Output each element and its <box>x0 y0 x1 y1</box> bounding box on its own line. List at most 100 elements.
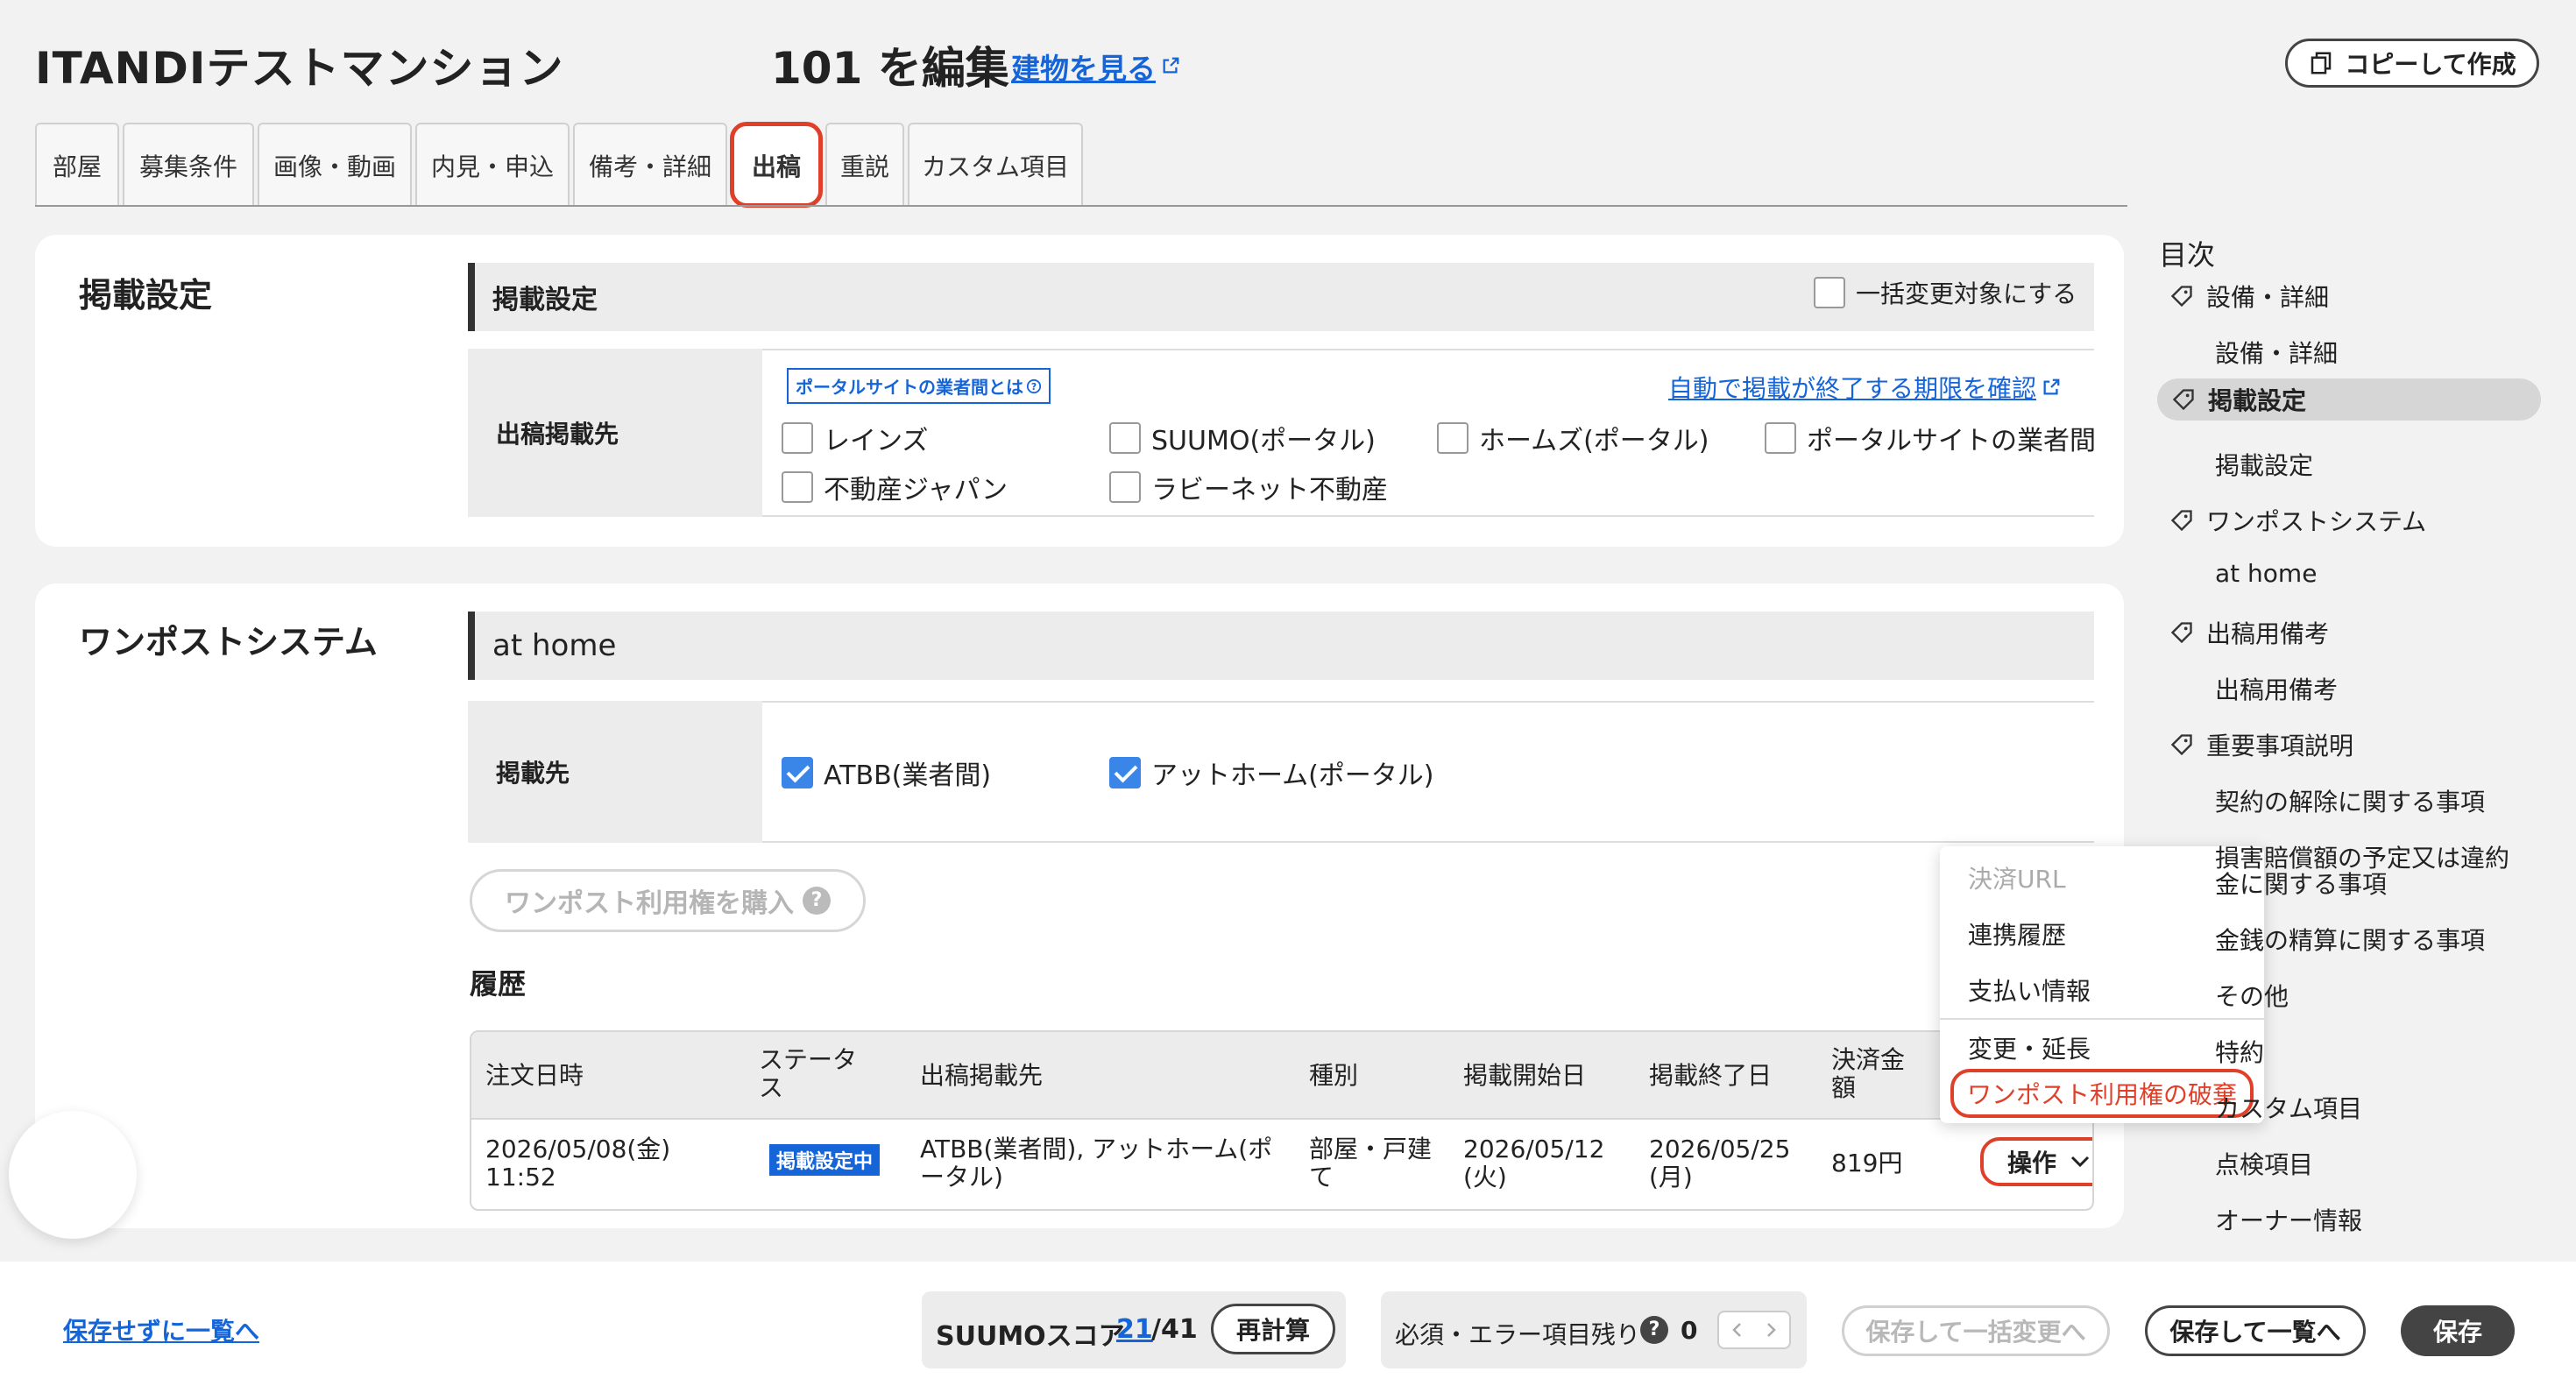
checkbox[interactable] <box>782 471 813 503</box>
auto-end-link[interactable]: 自動で掲載が終了する期限を確認 <box>1668 370 2061 405</box>
help-icon[interactable]: ? <box>1640 1316 1668 1344</box>
suumo-score-box: SUUMOスコア 21 /41 再計算 <box>922 1291 1346 1368</box>
col-amount: 決済金額 <box>1831 1046 1905 1102</box>
toc-item[interactable]: 掲載設定 <box>2157 378 2541 421</box>
tab-conditions[interactable]: 募集条件 <box>123 123 254 207</box>
operations-label: 操作 <box>2006 1149 2056 1177</box>
purchase-onepost-button[interactable]: ワンポスト利用権を購入 ? <box>470 869 866 932</box>
tab-media[interactable]: 画像・動画 <box>258 123 412 207</box>
toc-item-label: 金に関する事項 <box>2215 870 2388 899</box>
option-homes[interactable]: ホームズ(ポータル) <box>1437 419 1709 457</box>
checkbox[interactable] <box>782 422 813 454</box>
copy-create-label: コピーして作成 <box>2345 50 2516 79</box>
save-button[interactable]: 保存 <box>2401 1305 2515 1356</box>
option-fudosan-japan[interactable]: 不動産ジャパン <box>782 468 1008 506</box>
toc-item[interactable]: その他 <box>2215 978 2289 1013</box>
option-rabbynet[interactable]: ラビーネット不動産 <box>1109 468 1388 506</box>
bulk-change-label: 一括変更対象にする <box>1856 279 2077 308</box>
tab-bar: 部屋 募集条件 画像・動画 内見・申込 備考・詳細 出稿 重説 カスタム項目 <box>35 122 1086 208</box>
recalc-button[interactable]: 再計算 <box>1211 1304 1335 1354</box>
col-start-date: 掲載開始日 <box>1463 1061 1587 1090</box>
checkbox[interactable] <box>1437 422 1468 454</box>
option-reins[interactable]: レインズ <box>782 419 928 457</box>
tab-room[interactable]: 部屋 <box>35 123 119 207</box>
toc-item[interactable]: 特約 <box>2215 1034 2264 1069</box>
cell-destination: ATBB(業者間), アットホーム(ポ ータル) <box>920 1135 1272 1191</box>
listing-destination-label: 出稿掲載先 <box>468 349 762 517</box>
toc-item-label: カスタム項目 <box>2215 1094 2363 1123</box>
status-badge: 掲載設定中 <box>769 1144 881 1176</box>
toc-item-label: 掲載設定 <box>2215 451 2314 480</box>
tab-viewing-application[interactable]: 内見・申込 <box>415 123 570 207</box>
save-to-list-button[interactable]: 保存して一覧へ <box>2145 1305 2366 1356</box>
listing-section-title: 掲載設定 <box>492 285 598 315</box>
checkbox[interactable] <box>1109 422 1141 454</box>
tab-notes-details[interactable]: 備考・詳細 <box>573 123 727 207</box>
score-value[interactable]: 21 <box>1116 1314 1153 1345</box>
col-status-line: ス <box>759 1073 784 1102</box>
checkbox-checked[interactable] <box>1109 757 1141 788</box>
operations-button[interactable]: 操作 <box>1980 1137 2092 1186</box>
listing-card-title: 掲載設定 <box>79 276 213 315</box>
col-amount-line: 決済金 <box>1831 1045 1906 1074</box>
menu-payment-url[interactable]: 決済URL <box>1968 860 2066 895</box>
tab-divider <box>35 205 2127 207</box>
external-link-icon <box>2043 378 2060 395</box>
chevron-right-icon[interactable] <box>1766 1322 1777 1338</box>
toc-item[interactable]: オーナー情報 <box>2215 1202 2362 1237</box>
option-portal-b2b[interactable]: ポータルサイトの業者間 <box>1765 419 2096 457</box>
toc-item[interactable]: 金に関する事項 <box>2215 866 2387 901</box>
toc-item[interactable]: 設備・詳細 <box>2215 335 2338 370</box>
tab-listing[interactable]: 出稿 <box>730 122 823 208</box>
option-suumo[interactable]: SUUMO(ポータル) <box>1109 419 1376 457</box>
toc-item[interactable]: 重要事項説明 <box>2169 727 2353 762</box>
option-label: ATBB(業者間) <box>824 760 992 791</box>
checkbox[interactable] <box>1765 422 1796 454</box>
tab-important-explanation[interactable]: 重説 <box>825 123 904 207</box>
toc-item[interactable]: 金銭の精算に関する事項 <box>2215 922 2485 957</box>
toc-item[interactable]: at home <box>2215 559 2317 588</box>
option-label: ホームズ(ポータル) <box>1479 426 1709 456</box>
col-status: ステータス <box>759 1046 857 1102</box>
bulk-change-checkbox[interactable]: 一括変更対象にする <box>1814 275 2077 310</box>
tab-custom-fields[interactable]: カスタム項目 <box>908 123 1083 207</box>
option-atbb[interactable]: ATBB(業者間) <box>782 753 991 792</box>
destination-label: 掲載先 <box>468 701 762 843</box>
menu-change-extend[interactable]: 変更・延長 <box>1968 1030 2091 1065</box>
save-bulk-change-button[interactable]: 保存して一括変更へ <box>1842 1305 2110 1356</box>
toc-item[interactable]: 出稿用備考 <box>2215 671 2338 706</box>
purchase-onepost-label: ワンポスト利用権を購入 <box>505 888 794 919</box>
toc-item-label: 重要事項説明 <box>2206 732 2354 760</box>
back-without-saving-link[interactable]: 保存せずに一覧へ <box>63 1312 259 1347</box>
toc-item[interactable]: カスタム項目 <box>2215 1090 2362 1125</box>
checkbox[interactable] <box>1109 471 1141 503</box>
chevron-left-icon[interactable] <box>1731 1322 1742 1338</box>
option-athome-portal[interactable]: アットホーム(ポータル) <box>1109 753 1434 792</box>
toc-item[interactable]: 出稿用備考 <box>2169 615 2329 650</box>
bulk-change-box[interactable] <box>1814 277 1845 308</box>
toc-item[interactable]: 点検項目 <box>2215 1146 2313 1181</box>
checkbox-checked[interactable] <box>782 757 813 788</box>
floating-action-button[interactable] <box>9 1111 137 1239</box>
col-status-line: ステータ <box>759 1045 858 1074</box>
copy-create-button[interactable]: コピーして作成 <box>2285 39 2539 88</box>
history-table: 注文日時 ステータス 出稿掲載先 種別 掲載開始日 掲載終了日 決済金額 202… <box>470 1030 2094 1211</box>
menu-discard-onepost[interactable]: ワンポスト利用権の破棄 <box>1950 1069 2254 1118</box>
menu-payment-info[interactable]: 支払い情報 <box>1968 972 2091 1008</box>
toc-item-label: 出稿用備考 <box>2215 675 2339 704</box>
toc-item[interactable]: ワンポストシステム <box>2169 503 2426 538</box>
toc-item[interactable]: 掲載設定 <box>2215 447 2313 482</box>
history-title: 履歴 <box>470 967 527 1001</box>
toc-item[interactable]: 契約の解除に関する事項 <box>2215 783 2485 818</box>
view-building-link[interactable]: 建物を見る <box>1011 46 1180 88</box>
toc-item[interactable]: 設備・詳細 <box>2169 279 2329 314</box>
remaining-count: 0 <box>1681 1316 1698 1345</box>
athome-section-header: at home <box>468 612 2094 680</box>
listing-settings-card: 掲載設定 掲載設定 一括変更対象にする 出稿掲載先 ポータルサイトの業者間とは … <box>35 235 2124 547</box>
cell-line: 11:52 <box>485 1163 556 1191</box>
cell-amount: 819円 <box>1831 1149 1903 1177</box>
tag-icon <box>2169 732 2194 757</box>
menu-sync-history[interactable]: 連携履歴 <box>1968 916 2066 951</box>
tag-icon <box>2169 284 2194 308</box>
portal-badge[interactable]: ポータルサイトの業者間とは ? <box>787 368 1051 404</box>
